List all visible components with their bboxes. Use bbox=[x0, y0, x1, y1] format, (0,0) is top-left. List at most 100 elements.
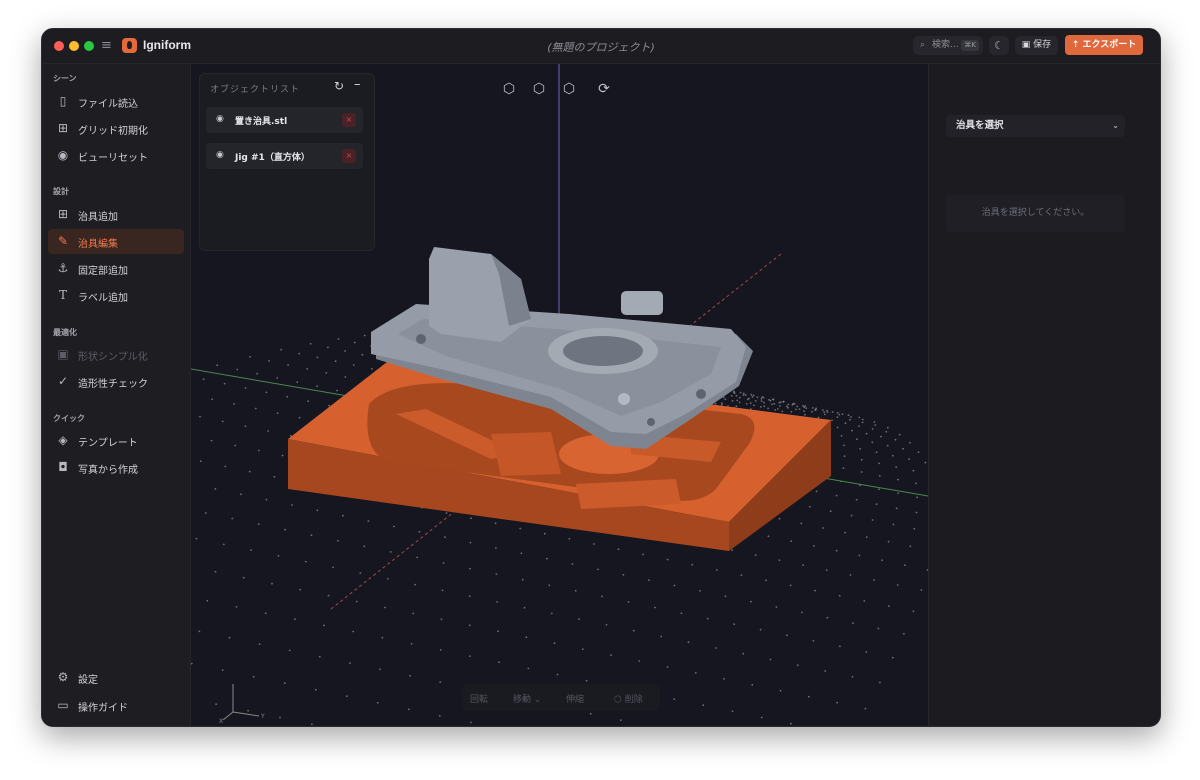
grid-dot bbox=[821, 409, 824, 411]
grid-dot bbox=[896, 584, 899, 586]
grid-dot bbox=[924, 461, 927, 464]
grid-dot bbox=[877, 627, 880, 630]
grid-dot bbox=[840, 435, 843, 437]
delete-icon[interactable]: × bbox=[342, 149, 356, 163]
grid-dot bbox=[789, 584, 792, 587]
sidebar-item-add-label[interactable]: T ラベル追加 bbox=[48, 283, 184, 308]
sidebar-item-from-photo[interactable]: ◘ 写真から作成 bbox=[48, 455, 184, 480]
grid-dot bbox=[353, 341, 356, 344]
grid-dot bbox=[824, 670, 827, 672]
grid-dot bbox=[887, 426, 889, 429]
search-placeholder: 検索... bbox=[932, 40, 959, 50]
sidebar: シーン ▯ ファイル読込 ⊞ グリッド初期化 ◉ ビューリセット 設計 ⊞ 治具… bbox=[42, 64, 191, 726]
grid-dot bbox=[265, 498, 268, 501]
sidebar-item-label: 操作ガイド bbox=[78, 703, 128, 714]
grid-dot bbox=[210, 439, 213, 442]
sidebar-item-load-file[interactable]: ▯ ファイル読込 bbox=[48, 89, 184, 114]
grid-dot bbox=[337, 539, 339, 542]
grid-dot bbox=[279, 716, 281, 719]
sidebar-item-add-fixture[interactable]: ⚓ 固定部追加 bbox=[48, 256, 184, 281]
delete-icon[interactable]: × bbox=[342, 113, 356, 127]
grid-dot bbox=[337, 338, 340, 340]
grid-dot bbox=[439, 681, 442, 683]
sidebar-item-label: グリッド初期化 bbox=[78, 126, 148, 137]
sidebar-item-add-jig[interactable]: ⊞ 治具追加 bbox=[48, 202, 184, 227]
sidebar-item-settings[interactable]: ⚙ 設定 bbox=[48, 665, 184, 690]
rotate-button[interactable]: 回転 bbox=[470, 692, 488, 705]
grid-dot bbox=[813, 545, 815, 547]
cube-top-icon[interactable]: ⬡ bbox=[560, 81, 578, 97]
grid-dot bbox=[790, 540, 793, 542]
refresh-icon[interactable]: ↻ bbox=[334, 79, 344, 93]
grid-dot bbox=[215, 703, 217, 705]
grid-dot bbox=[702, 704, 705, 707]
object-row[interactable]: ◉ 置き治具.stl × bbox=[206, 107, 363, 133]
grid-dot bbox=[721, 402, 723, 405]
anchor-icon: ⚓ bbox=[57, 261, 69, 275]
book-icon: ▭ bbox=[57, 698, 69, 712]
grid-dot bbox=[307, 400, 310, 403]
grid-dot bbox=[829, 510, 832, 513]
grid-dot bbox=[497, 630, 499, 633]
delete-button[interactable]: ⬡ 削除 bbox=[614, 692, 643, 705]
sidebar-item-templates[interactable]: ◈ テンプレート bbox=[48, 428, 184, 453]
grid-dot bbox=[851, 675, 854, 678]
grid-dot bbox=[412, 612, 415, 615]
grid-dot bbox=[233, 403, 235, 405]
grid-dot bbox=[280, 348, 283, 351]
cube-side-icon[interactable]: ⬡ bbox=[530, 81, 548, 97]
grid-dot bbox=[730, 395, 733, 397]
grid-dot bbox=[860, 471, 863, 473]
sidebar-item-label: 固定部追加 bbox=[78, 266, 128, 277]
minimize-icon[interactable]: – bbox=[354, 77, 361, 92]
grid-dot bbox=[753, 404, 755, 407]
scale-button[interactable]: 伸縮 bbox=[566, 692, 584, 705]
grid-dot bbox=[740, 574, 743, 576]
grid-dot bbox=[550, 612, 553, 615]
grid-dot bbox=[856, 438, 858, 440]
grid-dot bbox=[731, 549, 733, 551]
grid-dot bbox=[252, 675, 255, 678]
cube-front-icon[interactable]: ⬡ bbox=[500, 81, 518, 97]
search-input[interactable]: ⌕ 検索... ⌘K bbox=[913, 36, 983, 55]
grid-dot bbox=[216, 364, 219, 367]
grid-dot bbox=[745, 403, 748, 405]
grid-dot bbox=[738, 401, 741, 404]
refresh-icon[interactable]: ⟳ bbox=[595, 81, 613, 97]
gizmo-left-line bbox=[222, 711, 234, 721]
eye-icon[interactable]: ◉ bbox=[216, 150, 224, 160]
grid-dot bbox=[750, 600, 752, 603]
save-button[interactable]: ▣ 保存 bbox=[1015, 36, 1058, 55]
export-button[interactable]: ⇡ エクスポート bbox=[1065, 35, 1143, 55]
jig-select-dropdown[interactable]: 治具を選択 ⌄ bbox=[946, 115, 1125, 137]
eye-icon[interactable]: ◉ bbox=[216, 114, 224, 124]
sidebar-item-simplify[interactable]: ▣ 形状シンプル化 bbox=[48, 342, 184, 367]
sidebar-item-view-reset[interactable]: ◉ ビューリセット bbox=[48, 143, 184, 168]
grid-dot bbox=[850, 514, 853, 517]
grid-dot bbox=[786, 634, 788, 637]
move-button[interactable]: 移動 ⌄ bbox=[513, 692, 541, 705]
grid-dot bbox=[268, 360, 270, 362]
grid-dot bbox=[214, 570, 217, 573]
sidebar-item-guide[interactable]: ▭ 操作ガイド bbox=[48, 693, 184, 718]
grid-dot bbox=[865, 432, 868, 435]
app-window: ≡ Igniform (無題のプロジェクト) ⌕ 検索... ⌘K ☾ ▣ 保存… bbox=[41, 28, 1161, 727]
grid-dot bbox=[781, 410, 784, 413]
grid-dot bbox=[469, 567, 471, 570]
transform-toolbar: 回転 移動 ⌄ 伸縮 ⬡ 削除 bbox=[462, 684, 660, 711]
grid-dot bbox=[860, 458, 863, 461]
grid-dot bbox=[363, 545, 366, 548]
grid-dot bbox=[847, 414, 850, 417]
grid-dot bbox=[859, 448, 862, 450]
grid-dot bbox=[409, 674, 411, 677]
sidebar-item-edit-jig[interactable]: ✎ 治具編集 bbox=[48, 229, 184, 254]
sidebar-item-printability-check[interactable]: ✓ 造形性チェック bbox=[48, 369, 184, 394]
grid-dot bbox=[363, 334, 366, 337]
gizmo-x-label: X bbox=[219, 718, 223, 725]
grid-dot bbox=[744, 394, 747, 396]
object-list-panel: オブジェクトリスト ↻ – ◉ 置き治具.stl × ◉ Jig #1（直方体）… bbox=[199, 73, 375, 251]
grid-dot bbox=[825, 569, 828, 571]
sidebar-item-grid-reset[interactable]: ⊞ グリッド初期化 bbox=[48, 116, 184, 141]
object-row[interactable]: ◉ Jig #1（直方体） × bbox=[206, 143, 363, 169]
theme-toggle-button[interactable]: ☾ bbox=[989, 36, 1009, 55]
